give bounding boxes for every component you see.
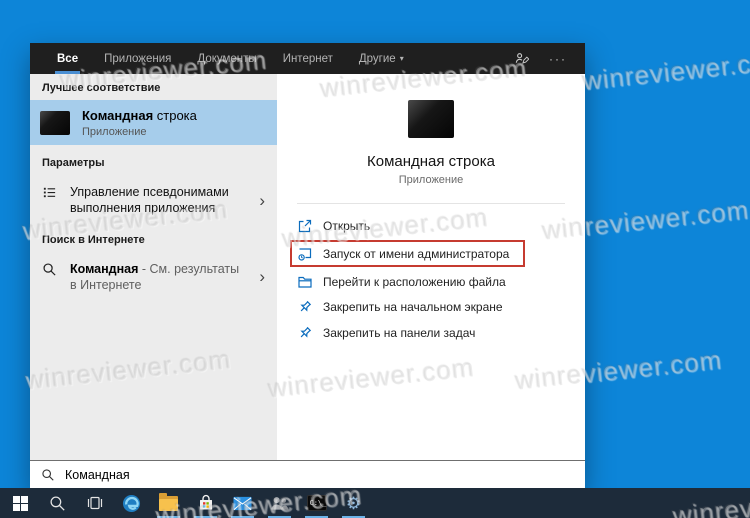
result-command-prompt[interactable]: Командная строка Приложение bbox=[30, 100, 277, 145]
action-label: Перейти к расположению файла bbox=[323, 274, 506, 289]
tab-more[interactable]: Другие ▾ bbox=[346, 43, 417, 74]
open-icon bbox=[298, 219, 312, 232]
results-list: Лучшее соответствие Командная строка При… bbox=[30, 74, 277, 460]
tab-documents-label: Документы bbox=[197, 52, 257, 65]
tab-apps[interactable]: Приложения bbox=[91, 43, 184, 74]
tab-web[interactable]: Интернет bbox=[270, 43, 346, 74]
tab-more-label: Другие bbox=[358, 52, 396, 65]
mail-button[interactable] bbox=[224, 488, 261, 518]
pin-icon bbox=[300, 300, 312, 312]
settings-button[interactable]: ⚙ bbox=[335, 488, 372, 518]
action-open[interactable]: Открыть bbox=[297, 213, 585, 238]
result-label: Командная - См. результаты в Интернете bbox=[70, 261, 242, 294]
taskbar: C:\_ ⚙ bbox=[0, 488, 750, 518]
settings-gear-icon: ⚙ bbox=[345, 493, 362, 513]
tab-web-label: Интернет bbox=[282, 52, 333, 65]
settings-section-label: Параметры bbox=[42, 157, 105, 169]
preview-app-subtitle: Приложение bbox=[398, 174, 464, 186]
best-match-section-label: Лучшее соответствие bbox=[42, 82, 161, 94]
chevron-right-icon: › bbox=[259, 267, 265, 287]
tab-all-label: Все bbox=[57, 52, 79, 65]
file-location-icon bbox=[298, 276, 312, 288]
windows-logo-icon bbox=[13, 495, 28, 511]
action-label: Запуск от имени администратора bbox=[323, 246, 510, 261]
command-prompt-button[interactable]: C:\_ bbox=[298, 488, 335, 518]
action-label: Открыть bbox=[323, 218, 371, 233]
search-flyout: Все Приложения Документы Интернет Другие… bbox=[30, 43, 585, 488]
tab-apps-label: Приложения bbox=[104, 52, 172, 65]
tab-documents[interactable]: Документы bbox=[184, 43, 269, 74]
action-open-file-location[interactable]: Перейти к расположению файла bbox=[297, 269, 585, 294]
command-prompt-window-icon bbox=[408, 100, 454, 138]
store-icon bbox=[199, 494, 212, 510]
watermark: winreviewer.com bbox=[580, 44, 750, 96]
action-list: Открыть Запуск от имени администратора П… bbox=[277, 213, 585, 345]
result-app-aliases[interactable]: Управление псевдонимами выполнения прило… bbox=[30, 175, 277, 226]
feedback-icon[interactable] bbox=[514, 51, 529, 66]
taskbar-search-button[interactable] bbox=[39, 488, 76, 518]
start-button[interactable] bbox=[2, 488, 39, 518]
action-pin-to-start[interactable]: Закрепить на начальном экране bbox=[297, 294, 585, 319]
action-label: Закрепить на начальном экране bbox=[323, 299, 503, 314]
people-button[interactable] bbox=[261, 488, 298, 518]
action-pin-to-taskbar[interactable]: Закрепить на панели задач bbox=[297, 320, 585, 345]
list-settings-icon bbox=[42, 185, 57, 200]
web-query-bold: Командная bbox=[70, 261, 139, 276]
chevron-down-icon: ▾ bbox=[399, 54, 404, 63]
pin-icon bbox=[300, 326, 312, 338]
search-icon bbox=[50, 495, 65, 511]
edge-button[interactable] bbox=[113, 488, 150, 518]
action-run-as-administrator[interactable]: Запуск от имени администратора bbox=[297, 242, 509, 265]
store-button[interactable] bbox=[187, 488, 224, 518]
file-explorer-button[interactable] bbox=[150, 488, 187, 518]
preview-pane: Командная строка Приложение Открыть Запу… bbox=[277, 74, 585, 460]
task-view-icon bbox=[87, 496, 102, 510]
annotation-highlight-box: Запуск от имени администратора bbox=[290, 240, 526, 267]
search-box[interactable] bbox=[30, 460, 585, 488]
task-view-button[interactable] bbox=[76, 488, 113, 518]
result-title: Командная строка bbox=[82, 108, 197, 123]
result-subtitle: Приложение bbox=[82, 125, 147, 138]
search-filter-tabs: Все Приложения Документы Интернет Другие… bbox=[30, 43, 585, 74]
chevron-right-icon: › bbox=[259, 190, 265, 210]
command-prompt-icon: C:\_ bbox=[306, 495, 327, 511]
preview-app-title: Командная строка bbox=[367, 153, 495, 170]
divider bbox=[297, 203, 565, 204]
search-icon bbox=[42, 262, 57, 277]
mail-icon bbox=[233, 496, 252, 510]
result-title-bold: Командная bbox=[82, 107, 154, 123]
more-options-icon[interactable]: ··· bbox=[549, 52, 567, 66]
people-icon bbox=[271, 497, 289, 510]
edge-icon bbox=[122, 494, 141, 512]
command-prompt-window-icon bbox=[40, 110, 70, 135]
action-label: Закрепить на панели задач bbox=[323, 325, 476, 340]
web-search-section-label: Поиск в Интернете bbox=[42, 233, 145, 246]
result-title-rest: строка bbox=[153, 107, 197, 123]
tab-all[interactable]: Все bbox=[44, 43, 91, 74]
result-web-search[interactable]: Командная - См. результаты в Интернете › bbox=[30, 252, 277, 303]
run-as-admin-icon bbox=[298, 247, 312, 261]
search-icon bbox=[41, 468, 55, 482]
result-label: Управление псевдонимами выполнения прило… bbox=[70, 185, 229, 216]
search-input[interactable] bbox=[65, 467, 585, 482]
file-explorer-icon bbox=[159, 492, 178, 511]
